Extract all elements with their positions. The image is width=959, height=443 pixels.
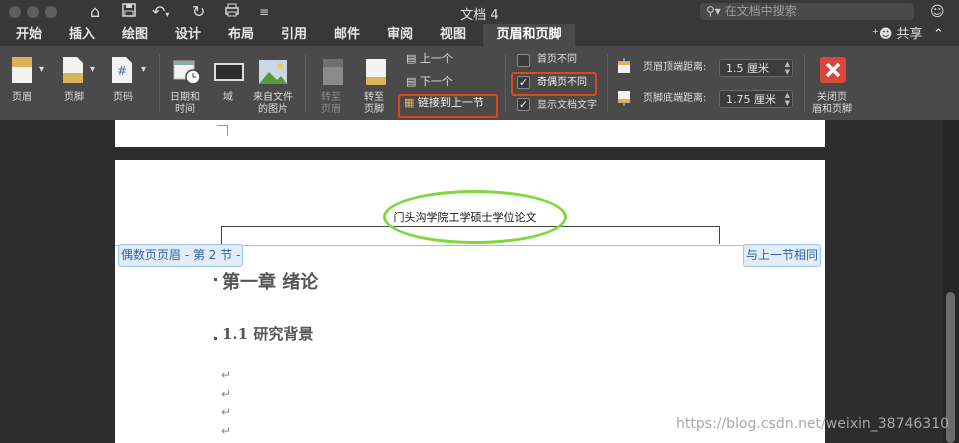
user-icon[interactable]: ☺ — [930, 2, 945, 22]
goto-header-icon — [322, 58, 344, 90]
footer-bottom-distance-label: 页脚底端距离: — [643, 93, 707, 104]
field-icon[interactable] — [214, 62, 244, 86]
picture-icon[interactable] — [258, 59, 288, 89]
watermark-text: https://blog.csdn.net/weixin_38746310 — [676, 416, 950, 432]
page-number-dropdown-icon[interactable]: ▾ — [141, 64, 146, 76]
paragraph-mark: ↵ — [221, 405, 232, 419]
goto-header-button: 转至 页眉 — [321, 92, 341, 115]
footer-icon[interactable] — [62, 56, 84, 88]
stepper-arrows-icon[interactable]: ▲ ▼ — [785, 60, 790, 76]
previous-page — [115, 120, 825, 147]
margin-corner-mark — [217, 125, 228, 136]
goto-footer-button[interactable]: 转至 页脚 — [364, 92, 384, 116]
footer-dropdown-icon[interactable]: ▾ — [90, 64, 95, 76]
show-document-text-checkbox[interactable]: ✓ — [517, 98, 530, 111]
highlight-circle — [383, 190, 567, 244]
tab-mailings[interactable]: 邮件 — [334, 24, 360, 46]
tab-draw[interactable]: 绘图 — [122, 24, 148, 46]
header-button[interactable]: 页眉 — [12, 92, 32, 104]
goto-footer-icon[interactable] — [365, 58, 387, 90]
different-first-page-checkbox[interactable] — [517, 54, 530, 67]
show-document-text-label: 显示文档文字 — [537, 100, 597, 111]
svg-text:#: # — [117, 64, 127, 78]
divider — [305, 54, 306, 112]
tab-review[interactable]: 审阅 — [387, 24, 413, 46]
divider — [505, 54, 506, 112]
highlight-odd-even — [511, 72, 597, 96]
footer-button[interactable]: 页脚 — [64, 92, 84, 104]
section-heading[interactable]: 1.1 研究背景 — [222, 323, 313, 344]
page-number-icon[interactable]: # — [111, 56, 133, 88]
search-icon: ⚲▾ — [706, 4, 721, 18]
header-dropdown-icon[interactable]: ▾ — [39, 64, 44, 76]
bullet-marker — [214, 337, 217, 340]
tab-header-footer[interactable]: 页眉和页脚 — [483, 24, 575, 46]
divider — [607, 54, 608, 112]
header-top-distance-stepper[interactable]: 1.5 厘米 ▲ ▼ — [719, 59, 793, 77]
paragraph-mark: ↵ — [221, 368, 232, 382]
close-header-footer-icon[interactable] — [819, 56, 847, 88]
title-bar: ⌂ ↶▾ ↻ ≡ 文档 4 ⚲▾ 在文档中搜索 ☺ — [0, 0, 959, 24]
ribbon-tabs: 开始 插入 绘图 设计 布局 引用 邮件 审阅 视图 页眉和页脚 ⁺☻ 共享 ⌃ — [0, 24, 959, 46]
footer-position-icon — [617, 90, 631, 110]
stepper-arrows-icon[interactable]: ▲ ▼ — [785, 91, 790, 107]
add-person-icon: ⁺☻ — [872, 27, 897, 42]
field-button[interactable]: 域 — [223, 92, 233, 104]
different-first-page-label: 首页不同 — [537, 54, 577, 65]
bullet-marker — [214, 278, 217, 281]
header-section-tag: 偶数页页眉 - 第 2 节 - — [118, 244, 244, 267]
close-header-footer-button[interactable]: 关闭页 眉和页脚 — [812, 92, 852, 116]
same-as-previous-tag: 与上一节相同 — [743, 244, 822, 267]
header-icon[interactable] — [11, 56, 33, 88]
date-time-button[interactable]: 日期和 时间 — [170, 92, 200, 116]
tab-home[interactable]: 开始 — [16, 24, 42, 46]
divider — [804, 54, 805, 112]
highlight-link-to-previous — [398, 94, 498, 118]
chapter-heading[interactable]: 第一章 绪论 — [222, 268, 318, 294]
previous-section-icon: ▤ — [406, 52, 417, 65]
next-button[interactable]: ▤ 下一个 — [406, 76, 453, 88]
previous-button[interactable]: ▤ 上一个 — [406, 53, 453, 65]
search-input[interactable]: ⚲▾ 在文档中搜索 — [700, 3, 914, 20]
share-button[interactable]: ⁺☻ 共享 — [872, 24, 923, 46]
header-top-distance-label: 页眉顶端距离: — [643, 62, 707, 73]
calendar-clock-icon[interactable] — [173, 59, 201, 89]
ribbon: ▾ 页眉 ▾ 页脚 # ▾ 页码 日期和 时间 域 来自文件 的图片 转至 页眉 转至… — [0, 46, 959, 120]
tab-references[interactable]: 引用 — [281, 24, 307, 46]
header-position-icon — [617, 58, 631, 78]
tab-layout[interactable]: 布局 — [228, 24, 254, 46]
paragraph-mark: ↵ — [221, 387, 232, 401]
tab-design[interactable]: 设计 — [175, 24, 201, 46]
footer-bottom-distance-stepper[interactable]: 1.75 厘米 ▲ ▼ — [719, 90, 793, 108]
divider — [159, 54, 160, 112]
collapse-ribbon-icon[interactable]: ⌃ — [933, 24, 944, 46]
tab-view[interactable]: 视图 — [440, 24, 466, 46]
vertical-scrollbar[interactable] — [943, 120, 959, 443]
page-number-button[interactable]: 页码 — [113, 92, 133, 104]
next-section-icon: ▤ — [406, 75, 417, 88]
picture-from-file-button[interactable]: 来自文件 的图片 — [253, 92, 293, 116]
paragraph-mark: ↵ — [221, 424, 232, 438]
tab-insert[interactable]: 插入 — [69, 24, 95, 46]
